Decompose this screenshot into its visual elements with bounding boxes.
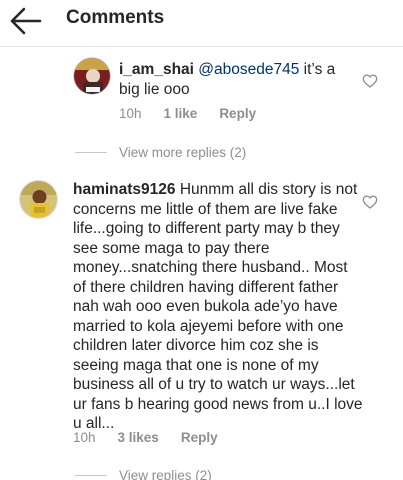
comment-likes-link[interactable]: 1 like <box>164 106 198 121</box>
like-button[interactable] <box>362 194 378 210</box>
comment-meta: 10h 3 likes Reply <box>73 430 218 445</box>
comment-likes-link[interactable]: 3 likes <box>118 430 159 445</box>
top-bar: Comments <box>0 0 403 44</box>
avatar[interactable] <box>73 57 111 95</box>
like-button[interactable] <box>362 73 378 89</box>
comment-body: haminats9126 Hunmm all dis story is not … <box>73 180 363 434</box>
heart-outline-icon <box>362 74 378 88</box>
comment-body: i_am_shai @abosede745 it’s a big lie ooo <box>119 60 359 99</box>
page-title: Comments <box>66 7 165 28</box>
view-replies-label: View more replies (2) <box>119 145 247 160</box>
avatar[interactable] <box>19 180 58 219</box>
arrow-left-icon <box>10 7 42 35</box>
back-button[interactable] <box>6 4 46 38</box>
avatar-image <box>20 181 57 218</box>
heart-outline-icon <box>362 195 378 209</box>
replies-divider-line <box>75 475 107 476</box>
view-more-replies[interactable]: View more replies (2) <box>75 145 246 160</box>
header-divider <box>0 46 403 47</box>
comment-meta: 10h 1 like Reply <box>119 106 256 121</box>
comment-username[interactable]: i_am_shai <box>119 61 194 78</box>
replies-divider-line <box>75 152 107 153</box>
comment-time: 10h <box>119 106 142 121</box>
comment-mention[interactable]: @abosede745 <box>198 61 299 78</box>
reply-button[interactable]: Reply <box>181 430 218 445</box>
comment-text: Hunmm all dis story is not concerns me l… <box>73 181 363 432</box>
view-replies[interactable]: View replies (2) <box>75 468 212 480</box>
view-replies-label: View replies (2) <box>119 468 212 480</box>
comment-time: 10h <box>73 430 96 445</box>
avatar-image <box>74 58 110 94</box>
reply-button[interactable]: Reply <box>219 106 256 121</box>
comment-username[interactable]: haminats9126 <box>73 181 176 198</box>
